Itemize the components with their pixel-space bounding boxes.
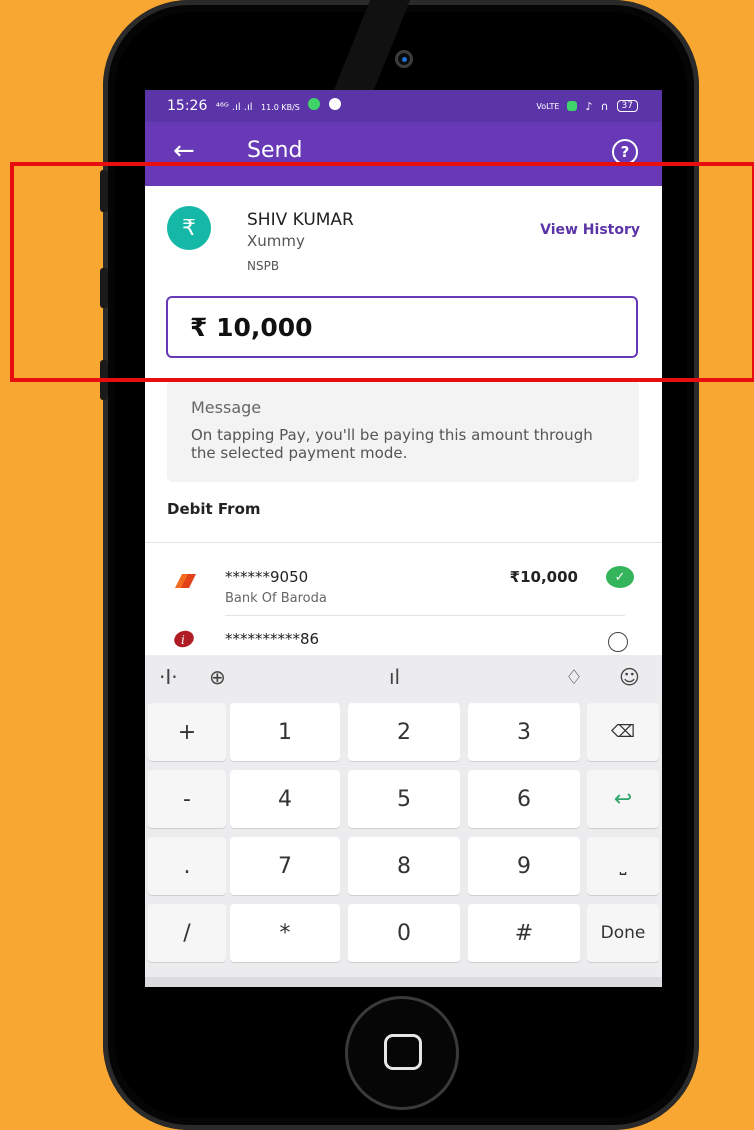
key-4[interactable]: 4 — [230, 770, 340, 828]
icici-logo-icon: i — [174, 630, 194, 648]
backspace-key[interactable]: ⌫ — [587, 703, 659, 761]
home-button[interactable] — [384, 1034, 422, 1070]
key-5[interactable]: 5 — [348, 770, 460, 828]
account-number: ******9050 — [225, 568, 309, 586]
theme-icon[interactable]: ♢ — [565, 665, 583, 689]
battery-icon: 37 — [616, 100, 638, 112]
key-dot[interactable]: . — [148, 837, 226, 895]
key-2[interactable]: 2 — [348, 703, 460, 761]
account-number: **********86 — [225, 630, 320, 648]
key-9[interactable]: 9 — [468, 837, 580, 895]
space-key[interactable]: ⎵ — [587, 837, 659, 895]
account-row[interactable]: i **********86 — [145, 626, 662, 656]
account-row[interactable]: ******9050 Bank Of Baroda ₹10,000 ✓ — [145, 564, 662, 610]
account-bank: Bank Of Baroda — [225, 591, 327, 606]
page-title: Send — [247, 138, 303, 163]
volte-icon: VoLTE — [536, 101, 560, 111]
key-7[interactable]: 7 — [230, 837, 340, 895]
svg-text:i: i — [181, 633, 185, 647]
status-left: 15:26 ⁴⁶ᴳ .ıl .ıl 11.0 KB/S — [167, 98, 345, 114]
divider — [225, 615, 625, 616]
key-6[interactable]: 6 — [468, 770, 580, 828]
status-right: VoLTE ♪ ∩ 37 — [536, 100, 642, 113]
enter-key[interactable]: ↩ — [587, 770, 659, 828]
whatsapp-icon — [308, 98, 321, 110]
speed-indicator: 11.0 KB/S — [261, 103, 300, 112]
message-label: Message — [191, 398, 262, 417]
check-icon[interactable]: ✓ — [606, 566, 634, 588]
key-minus[interactable]: - — [148, 770, 226, 828]
highlight-box — [10, 162, 754, 382]
bank-of-baroda-logo-icon — [175, 574, 196, 588]
radio-button[interactable] — [608, 632, 628, 652]
vibrate-icon: ♪ — [585, 99, 593, 113]
key-8[interactable]: 8 — [348, 837, 460, 895]
voice-icon[interactable]: ıl — [389, 665, 400, 689]
front-camera — [395, 50, 413, 68]
key-0[interactable]: 0 — [348, 904, 460, 962]
numeric-keyboard: ·I· ⊕ ıl ♢ ☺ + 1 2 3 ⌫ - 4 5 6 ↩ . 7 8 9… — [145, 655, 662, 987]
keyboard-bottom-bar — [145, 977, 662, 987]
phone-icon — [328, 98, 341, 110]
divider — [145, 542, 662, 543]
key-plus[interactable]: + — [148, 703, 226, 761]
message-field[interactable]: Message On tapping Pay, you'll be paying… — [167, 380, 639, 482]
cursor-icon[interactable]: ·I· — [159, 665, 178, 689]
message-hint: On tapping Pay, you'll be paying this am… — [191, 426, 593, 462]
key-1[interactable]: 1 — [230, 703, 340, 761]
shield-icon — [567, 101, 578, 111]
key-hash[interactable]: # — [468, 904, 580, 962]
emoji-icon[interactable]: ☺ — [619, 665, 640, 689]
done-key[interactable]: Done — [587, 904, 659, 962]
debit-from-heading: Debit From — [167, 500, 261, 518]
signal-icon: ⁴⁶ᴳ .ıl .ıl — [215, 102, 253, 113]
key-asterisk[interactable]: * — [230, 904, 340, 962]
headphones-icon: ∩ — [600, 99, 609, 113]
key-3[interactable]: 3 — [468, 703, 580, 761]
globe-icon[interactable]: ⊕ — [209, 665, 226, 689]
key-slash[interactable]: / — [148, 904, 226, 962]
status-bar: 15:26 ⁴⁶ᴳ .ıl .ıl 11.0 KB/S VoLTE ♪ ∩ 37 — [145, 90, 662, 122]
status-time: 15:26 — [167, 98, 208, 114]
keyboard-toolbar: ·I· ⊕ ıl ♢ ☺ — [145, 655, 662, 701]
account-balance: ₹10,000 — [509, 568, 578, 586]
